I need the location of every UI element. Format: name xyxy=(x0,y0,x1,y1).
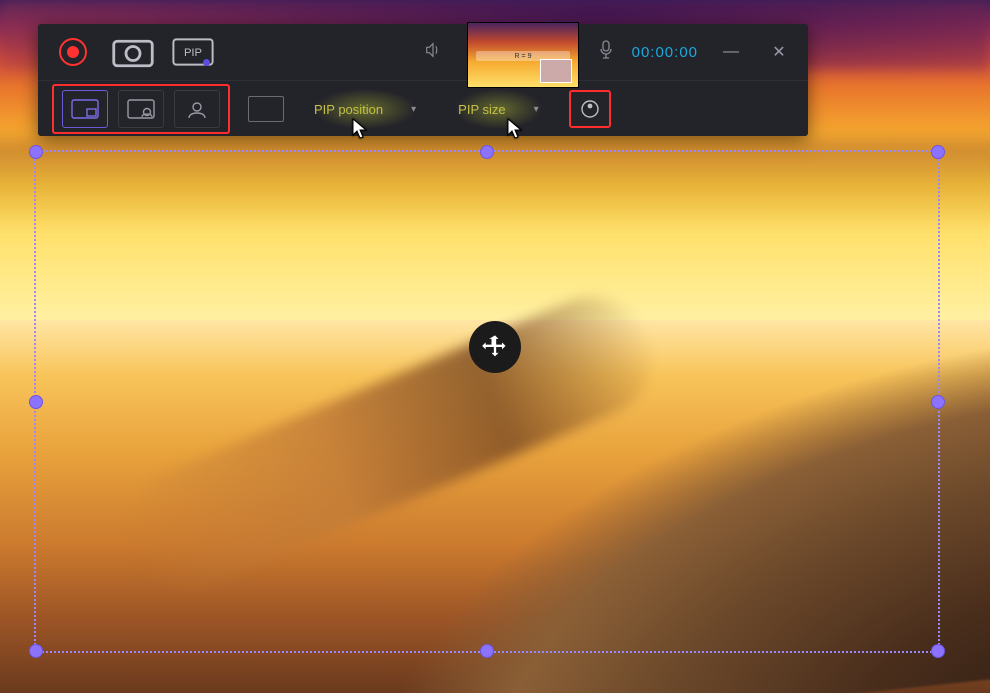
pip-layout-modes xyxy=(52,84,230,134)
pip-size-dropdown[interactable]: PIP size ▾ xyxy=(446,92,550,126)
resize-handle-middle-right[interactable] xyxy=(931,395,945,409)
move-icon xyxy=(481,333,509,361)
webcam-toggle-button[interactable] xyxy=(573,94,607,124)
resize-handle-middle-left[interactable] xyxy=(29,395,43,409)
move-region-handle[interactable] xyxy=(469,321,521,373)
screenshot-button[interactable] xyxy=(112,34,154,70)
resize-handle-top-middle[interactable] xyxy=(480,145,494,159)
pip-preview-thumbnail[interactable]: R = 9 xyxy=(467,22,579,88)
mode-screen-only-button[interactable] xyxy=(62,90,108,128)
close-button[interactable]: ✕ xyxy=(764,42,794,62)
timer-display: 00:00:00 xyxy=(632,44,698,61)
preview-overlay-text: R = 9 xyxy=(515,53,532,60)
chevron-down-icon: ▾ xyxy=(411,104,416,115)
resize-handle-bottom-middle[interactable] xyxy=(480,644,494,658)
pip-position-dropdown[interactable]: PIP position ▾ xyxy=(302,92,428,126)
mode-screen-and-camera-button[interactable] xyxy=(118,90,164,128)
pip-button[interactable]: PIP xyxy=(172,34,214,70)
resize-handle-bottom-right[interactable] xyxy=(931,644,945,658)
resize-handle-bottom-left[interactable] xyxy=(29,644,43,658)
resize-handle-top-right[interactable] xyxy=(931,145,945,159)
chevron-down-icon: ▾ xyxy=(534,104,539,115)
pip-size-label: PIP size xyxy=(458,102,505,117)
speaker-icon[interactable] xyxy=(424,41,442,64)
mode-camera-only-button[interactable] xyxy=(174,90,220,128)
aspect-ratio-button[interactable] xyxy=(248,96,284,122)
recorder-toolbar: PIP 00:00:00 — ✕ xyxy=(38,24,808,136)
pip-badge-label: PIP xyxy=(184,47,202,59)
resize-handle-top-left[interactable] xyxy=(29,145,43,159)
microphone-icon[interactable] xyxy=(598,40,614,65)
webcam-toggle-highlight xyxy=(569,90,611,128)
pip-position-label: PIP position xyxy=(314,102,383,117)
minimize-button[interactable]: — xyxy=(716,43,746,61)
record-button[interactable] xyxy=(52,34,94,70)
